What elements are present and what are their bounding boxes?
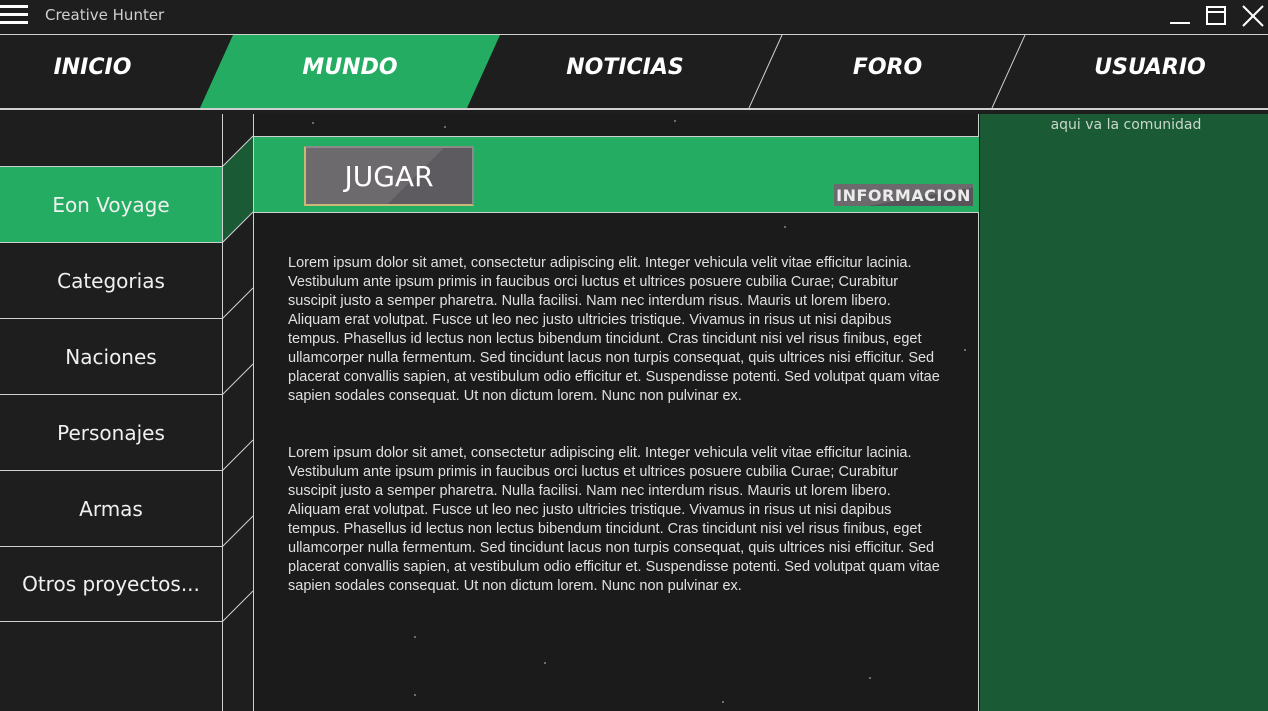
sidebar-item-categorias[interactable]: Categorias [0,243,222,319]
main-content: JUGAR INFORMACION Lorem ipsum dolor sit … [254,114,979,711]
star-decoration [674,120,676,122]
description-paragraph: Lorem ipsum dolor sit amet, consectetur … [288,445,940,594]
close-icon[interactable] [1240,4,1266,28]
app-title: Creative Hunter [45,6,165,24]
star-decoration [722,701,724,703]
star-decoration [444,126,446,128]
hamburger-icon[interactable] [0,5,30,27]
nav-item-usuario[interactable]: USUARIO [1080,55,1220,80]
star-decoration [784,226,786,228]
nav-item-foro[interactable]: FORO [835,55,940,80]
sidebar-item-naciones[interactable]: Naciones [0,319,222,395]
play-button[interactable]: JUGAR [304,146,474,206]
maximize-icon[interactable] [1204,4,1230,28]
star-decoration [312,122,314,124]
info-button[interactable]: INFORMACION [834,184,973,206]
nav-item-inicio[interactable]: INICIO [40,55,145,80]
description-paragraph: Lorem ipsum dolor sit amet, consectetur … [288,255,940,404]
sidebar-item-armas[interactable]: Armas [0,471,222,547]
nav-item-noticias[interactable]: NOTICIAS [555,55,695,80]
community-placeholder: aqui va la comunidad [1050,117,1202,133]
sidebar: Eon Voyage Categorias Naciones Personaje… [0,114,254,711]
star-decoration [869,677,871,679]
sidebar-bevel-decoration [222,135,254,623]
nav-item-mundo[interactable]: MUNDO [290,55,410,80]
star-decoration [544,662,546,664]
star-decoration [414,636,416,638]
title-bar: Creative Hunter [0,0,1268,34]
sidebar-divider [222,114,223,711]
star-decoration [414,694,416,696]
star-decoration [964,349,966,351]
sidebar-item-eon-voyage[interactable]: Eon Voyage [0,167,222,243]
minimize-icon[interactable] [1168,4,1194,28]
main-nav: INICIO MUNDO NOTICIAS FORO USUARIO [0,34,1268,110]
sidebar-item-otros-proyectos[interactable]: Otros proyectos... [0,547,222,622]
community-panel: aqui va la comunidad [980,114,1268,711]
sidebar-spacer [0,114,222,167]
sidebar-item-personajes[interactable]: Personajes [0,395,222,471]
game-banner: JUGAR INFORMACION [254,136,979,213]
